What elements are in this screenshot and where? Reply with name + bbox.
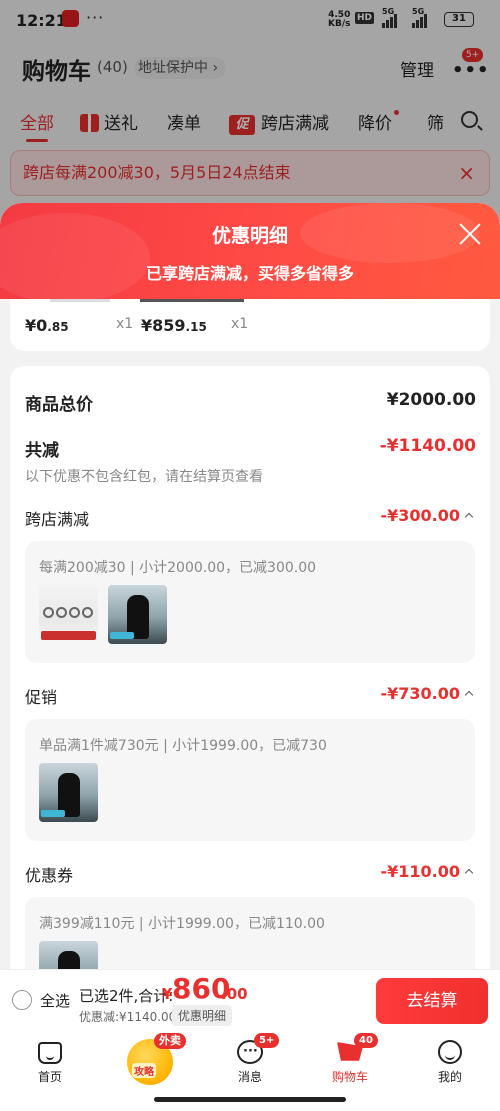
total-label: 商品总价	[25, 395, 93, 415]
section-label-promotion: 促销	[25, 688, 58, 707]
chevron-up-icon	[464, 690, 474, 700]
profile-icon	[438, 1040, 462, 1064]
item-quantity: x1	[231, 316, 249, 332]
select-all-label[interactable]: 全选	[40, 990, 70, 1011]
total-currency: ¥	[162, 985, 173, 1003]
item-thumbnail	[50, 299, 110, 302]
chevron-up-icon	[464, 512, 474, 522]
messages-badge: 5+	[254, 1033, 280, 1048]
section-toggle-coupon[interactable]: -¥110.00	[380, 862, 474, 881]
total-amount-decimal: .00	[221, 985, 248, 1003]
item-price: ¥0.85	[25, 316, 69, 335]
chevron-up-icon	[464, 868, 474, 878]
item-price: ¥859.15	[141, 316, 207, 335]
tab-me[interactable]: 我的	[420, 1037, 480, 1085]
section-box-cross-store: 每满200减30 | 小计2000.00，已减300.00	[25, 541, 475, 663]
select-all-checkbox[interactable]	[12, 990, 32, 1010]
tab-cart[interactable]: 购物车 40	[320, 1033, 380, 1085]
reduce-label: 共减	[25, 441, 59, 461]
cart-badge: 40	[354, 1033, 378, 1048]
total-value: ¥2000.00	[386, 390, 476, 410]
tab-cart-label: 购物车	[331, 1070, 368, 1084]
tab-me-label: 我的	[437, 1070, 462, 1084]
section-label-cross-store: 跨店满减	[25, 510, 90, 529]
close-icon[interactable]	[456, 220, 484, 248]
sheet-header: 优惠明细 已享跨店满减，买得多省得多	[0, 203, 500, 303]
home-indicator[interactable]	[154, 1097, 346, 1102]
reduce-note: 以下优惠不包含红包，请在结算页查看	[25, 469, 263, 485]
discount-detail-button[interactable]: 优惠明细	[172, 1005, 233, 1026]
section-rule: 满399减110元 | 小计1999.00，已减110.00	[39, 916, 325, 932]
product-thumbnail[interactable]	[108, 585, 167, 644]
section-rule: 每满200减30 | 小计2000.00，已减300.00	[39, 560, 317, 576]
sheet-title: 优惠明细	[211, 225, 288, 247]
summary-label: 已选2件,合计:	[79, 987, 174, 1005]
selected-items-card: ¥0.85 x1 ¥859.15 x1	[10, 299, 490, 351]
tab-home[interactable]: 首页	[20, 1037, 80, 1085]
discount-amount: 优惠减:¥1140.00	[79, 1010, 177, 1024]
checkout-bar: 全选 已选2件,合计: ¥ 860 .00 优惠减:¥1140.00 优惠明细 …	[0, 969, 500, 1031]
section-toggle-promotion[interactable]: -¥730.00	[380, 684, 474, 703]
item-thumbnail	[140, 299, 244, 302]
product-thumbnail[interactable]	[39, 763, 98, 822]
sheet-subtitle: 已享跨店满减，买得多省得多	[145, 264, 354, 283]
checkout-button[interactable]: 去结算	[376, 978, 488, 1024]
guide-label: 攻略	[132, 1063, 156, 1078]
tab-home-label: 首页	[37, 1070, 62, 1084]
reduce-value: -¥1140.00	[379, 436, 476, 456]
takeout-badge: 外卖	[154, 1033, 186, 1049]
product-thumbnail[interactable]	[39, 585, 98, 644]
tab-messages-label: 消息	[237, 1070, 262, 1084]
section-toggle-cross-store[interactable]: -¥300.00	[380, 506, 474, 525]
section-box-promotion: 单品满1件减730元 | 小计1999.00，已减730	[25, 719, 475, 841]
home-icon	[38, 1042, 62, 1064]
tab-messages[interactable]: 消息 5+	[220, 1033, 280, 1085]
section-rule: 单品满1件减730元 | 小计1999.00，已减730	[39, 738, 327, 754]
item-quantity: x1	[116, 316, 134, 332]
section-label-coupon: 优惠券	[25, 866, 74, 885]
